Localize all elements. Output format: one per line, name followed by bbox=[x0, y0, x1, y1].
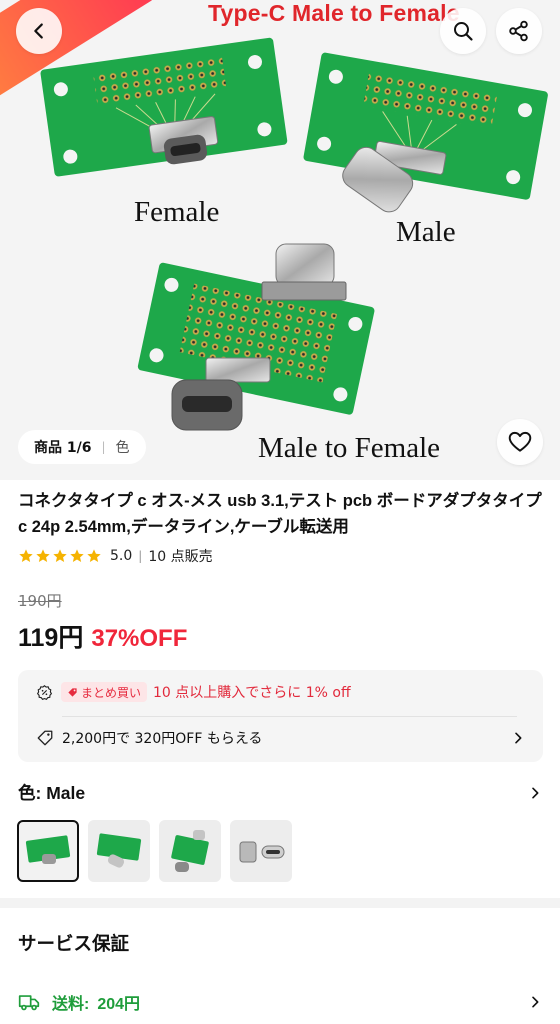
back-button[interactable] bbox=[16, 8, 62, 54]
bulk-discount-row[interactable]: まとめ買い 10 点以上購入でさらに 1% off bbox=[36, 682, 351, 702]
section-separator bbox=[0, 898, 560, 908]
share-icon bbox=[509, 20, 528, 42]
price-row: 119円 37%OFF bbox=[18, 618, 187, 654]
chevron-right-icon bbox=[532, 996, 539, 1008]
color-tag: 色 bbox=[115, 440, 130, 456]
tag-icon bbox=[68, 687, 77, 697]
star-icon bbox=[53, 549, 67, 562]
color-selector-header[interactable]: 色: Male bbox=[18, 780, 543, 805]
shipping-info: 送料: 204円 bbox=[18, 990, 140, 1014]
color-option-connectors[interactable] bbox=[230, 820, 292, 882]
tag-icon bbox=[37, 730, 53, 746]
product-title: コネクタタイプ c オス-メス usb 3.1,テスト pcb ボードアダプタタ… bbox=[18, 492, 542, 536]
star-icon bbox=[36, 549, 50, 562]
percent-icon bbox=[36, 684, 53, 700]
current-price: 119円 bbox=[18, 624, 84, 652]
coupon-text: 2,200円で 320円OFF もらえる bbox=[62, 731, 263, 747]
image-counter-pill[interactable]: 商品 1/6 | 色 bbox=[18, 430, 146, 464]
discount-badge: 37%OFF bbox=[91, 625, 188, 652]
bulk-discount-text: 10 点以上購入でさらに 1% off bbox=[153, 685, 351, 701]
search-icon bbox=[454, 22, 473, 41]
chevron-right-icon bbox=[532, 787, 539, 798]
chevron-right-icon bbox=[515, 732, 522, 744]
sold-count: 10 点販売 bbox=[148, 549, 213, 565]
truck-icon bbox=[18, 995, 40, 1011]
color-option-male-to-female[interactable] bbox=[159, 820, 221, 882]
heart-icon bbox=[508, 431, 532, 452]
rating-row[interactable]: 5.0 | 10 点販売 bbox=[18, 546, 213, 566]
color-option-male[interactable] bbox=[88, 820, 150, 882]
star-icon bbox=[70, 549, 84, 562]
shipping-fee: 204円 bbox=[97, 996, 141, 1013]
product-image-carousel[interactable]: Type-C Male to Female Female Male Male t… bbox=[0, 0, 560, 480]
female-board-thumbnail bbox=[25, 835, 71, 864]
star-icon bbox=[19, 549, 33, 562]
male-label: Male bbox=[396, 216, 456, 248]
color-options bbox=[17, 820, 292, 882]
back-icon bbox=[34, 23, 43, 39]
coupon-row[interactable]: 2,200円で 320円OFF もらえる bbox=[36, 728, 526, 748]
female-label: Female bbox=[134, 196, 220, 228]
original-price: 190円 bbox=[18, 592, 62, 610]
connector-parts-thumbnail bbox=[239, 841, 285, 863]
pcb-illustration bbox=[40, 37, 548, 431]
star-rating bbox=[18, 548, 102, 564]
shipping-row[interactable]: 送料: 204円 bbox=[18, 990, 543, 1014]
service-guarantee-title: サービス保証 bbox=[18, 933, 130, 954]
bulk-buy-label: まとめ買い bbox=[81, 685, 142, 700]
search-button[interactable] bbox=[440, 8, 486, 54]
male-to-female-board-thumbnail bbox=[171, 830, 209, 872]
rating-divider: | bbox=[138, 549, 143, 563]
male-to-female-label: Male to Female bbox=[258, 432, 441, 464]
promotion-card: まとめ買い 10 点以上購入でさらに 1% off 2,200円で 320円OF… bbox=[18, 670, 543, 762]
star-icon bbox=[87, 549, 101, 562]
share-button[interactable] bbox=[496, 8, 542, 54]
bulk-buy-tag: まとめ買い bbox=[61, 682, 148, 702]
pill-divider: | bbox=[101, 440, 106, 454]
promo-divider bbox=[62, 716, 517, 717]
image-counter: 商品 1/6 bbox=[34, 440, 92, 456]
male-board-thumbnail bbox=[96, 833, 142, 868]
selected-color-label: 色: Male bbox=[18, 783, 86, 803]
shipping-label: 送料: bbox=[52, 996, 90, 1013]
rating-value: 5.0 bbox=[110, 548, 133, 564]
favorite-button[interactable] bbox=[497, 419, 543, 465]
color-option-female[interactable] bbox=[17, 820, 79, 882]
